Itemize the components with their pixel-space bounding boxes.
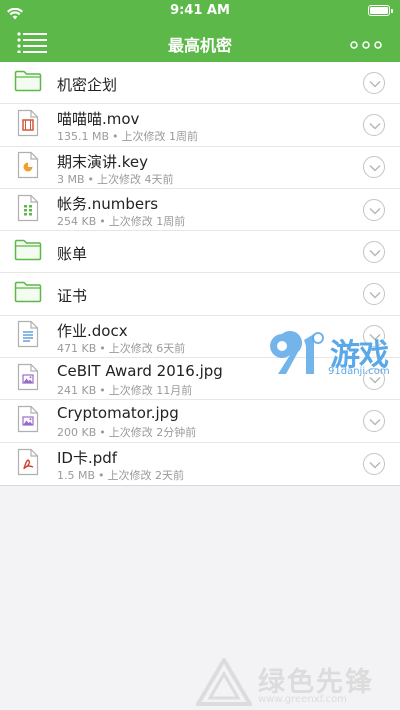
folder-name: 证书 [57, 287, 88, 306]
pdf-file-icon [17, 448, 39, 480]
file-meta: 241 KB • 上次修改 11月前 [57, 382, 192, 398]
expand-actions-button[interactable] [363, 113, 385, 136]
meta-separator: • [99, 214, 106, 228]
spreadsheet-file-icon [17, 194, 39, 226]
chevron-down-icon [369, 418, 381, 426]
file-meta: 471 KB • 上次修改 6天前 [57, 340, 185, 356]
meta-separator: • [87, 172, 95, 186]
file-row[interactable]: 期末演讲.key 3 MB • 上次修改 4天前 [0, 147, 400, 189]
chevron-down-icon [369, 292, 381, 299]
chevron-down-icon [369, 249, 381, 257]
file-row[interactable]: 喵喵喵.mov 135.1 MB • 上次修改 1周前 [0, 104, 400, 147]
file-meta: 135.1 MB • 上次修改 1周前 [57, 128, 198, 144]
file-modified: 上次修改 11月前 [108, 384, 193, 398]
watermark-91-url: 91danji.com [328, 366, 390, 377]
chevron-down-icon [369, 207, 381, 215]
file-modified: 上次修改 2分钟前 [108, 426, 197, 440]
file-modified: 上次修改 4天前 [97, 172, 174, 186]
watermark-green-logo [194, 656, 254, 706]
file-row[interactable]: ID卡.pdf 1.5 MB • 上次修改 2天前 [0, 443, 400, 485]
file-name: 帐务.numbers [57, 194, 159, 213]
image-file-icon [17, 405, 39, 437]
folder-icon [14, 70, 42, 96]
file-row[interactable]: 帐务.numbers 254 KB • 上次修改 1周前 [0, 189, 400, 232]
nav-bar: 最高机密 [0, 22, 400, 62]
watermark-91: 游戏 91danji.com [268, 330, 400, 380]
file-size: 3 MB [57, 172, 85, 186]
file-size: 254 KB [57, 214, 97, 228]
expand-actions-button[interactable] [363, 71, 385, 94]
file-modified: 上次修改 1周前 [121, 130, 199, 144]
file-meta: 1.5 MB • 上次修改 2天前 [57, 467, 184, 483]
folder-row[interactable]: 机密企划 [0, 62, 400, 105]
watermark-91-logo [270, 330, 324, 374]
file-size: 135.1 MB [57, 130, 110, 144]
file-name: 作业.docx [57, 321, 128, 340]
watermark-green-url: www.greenxf.com [258, 694, 347, 705]
image-file-icon [17, 363, 39, 395]
expand-actions-button[interactable] [363, 452, 385, 475]
file-modified: 上次修改 1周前 [108, 214, 186, 228]
more-dots-icon [350, 41, 382, 49]
page-title: 最高机密 [167, 36, 232, 55]
meta-separator: • [99, 341, 106, 355]
expand-actions-button[interactable] [363, 283, 385, 306]
more-options-button[interactable] [350, 36, 382, 49]
chevron-down-icon [369, 165, 381, 172]
file-name: Cryptomator.jpg [57, 404, 179, 423]
meta-separator: • [99, 426, 106, 440]
chevron-down-icon [369, 122, 381, 130]
video-file-icon [17, 109, 39, 141]
folder-icon [14, 281, 42, 307]
file-name: CeBIT Award 2016.jpg [57, 362, 223, 381]
file-modified: 上次修改 6天前 [108, 341, 186, 355]
folder-row[interactable]: 账单 [0, 231, 400, 274]
folder-icon [14, 239, 42, 265]
battery-icon [368, 5, 393, 16]
meta-separator: • [98, 468, 105, 482]
status-bar: 9:41 AM [0, 0, 400, 22]
document-file-icon [17, 320, 39, 352]
file-meta: 254 KB • 上次修改 1周前 [57, 213, 185, 229]
folder-row[interactable]: 证书 [0, 273, 400, 316]
file-name: 喵喵喵.mov [57, 110, 140, 129]
file-name: ID卡.pdf [57, 448, 118, 467]
file-size: 200 KB [57, 426, 97, 440]
file-size: 471 KB [57, 341, 97, 355]
expand-actions-button[interactable] [363, 198, 385, 221]
file-modified: 上次修改 2天前 [107, 468, 185, 482]
file-row[interactable]: Cryptomator.jpg 200 KB • 上次修改 2分钟前 [0, 400, 400, 443]
watermark-green: 绿色先锋 www.greenxf.com [194, 656, 400, 708]
expand-actions-button[interactable] [363, 240, 385, 263]
file-size: 1.5 MB [57, 468, 96, 482]
file-meta: 200 KB • 上次修改 2分钟前 [57, 424, 196, 440]
chevron-down-icon [369, 461, 381, 469]
presentation-file-icon [17, 151, 39, 183]
file-name: 期末演讲.key [57, 152, 149, 171]
folder-name: 账单 [57, 245, 88, 264]
battery-level [370, 7, 388, 14]
file-size: 241 KB [57, 384, 97, 398]
expand-actions-button[interactable] [363, 156, 385, 179]
file-meta: 3 MB • 上次修改 4天前 [57, 171, 174, 187]
file-list: 机密企划 喵喵喵.mov 135.1 MB • 上次修改 1周前 期末演讲.key 3 MB… [0, 62, 400, 486]
status-time: 9:41 AM [170, 3, 230, 18]
expand-actions-button[interactable] [363, 410, 385, 433]
meta-separator: • [112, 130, 119, 144]
chevron-down-icon [369, 80, 381, 88]
folder-name: 机密企划 [57, 76, 118, 94]
meta-separator: • [99, 384, 106, 398]
